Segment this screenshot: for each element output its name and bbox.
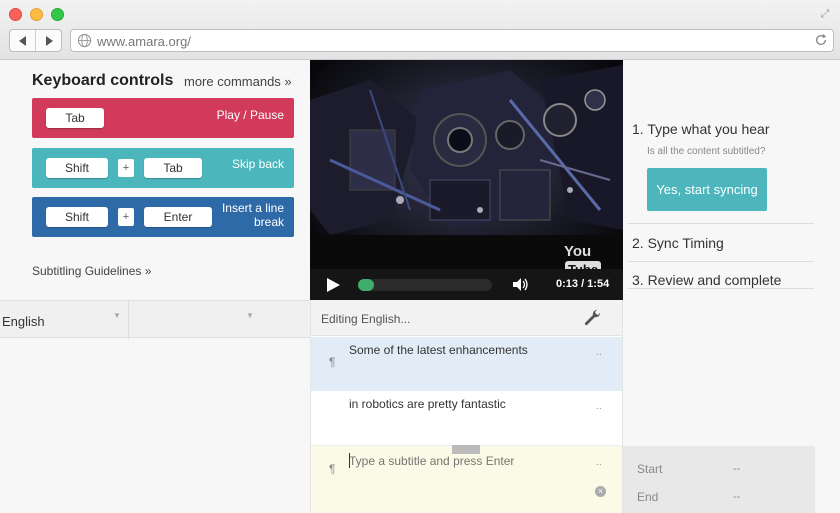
shortcut-action-label: Skip back (231, 157, 284, 171)
subtitling-guidelines-link[interactable]: Subtitling Guidelines » (32, 264, 151, 278)
address-bar[interactable]: www.amara.org/ (70, 29, 834, 52)
end-label: End (637, 490, 659, 504)
video-controls: 0:13 / 1:54 (310, 269, 623, 300)
video-progress-bar[interactable] (358, 279, 492, 291)
subtitle-duration: .. (595, 346, 602, 358)
divider (628, 288, 814, 289)
forward-button[interactable] (35, 30, 61, 51)
plus-sign: + (118, 208, 134, 226)
url-text: www.amara.org/ (97, 34, 191, 49)
subtitle-duration: .. (595, 400, 602, 412)
subtitle-row[interactable]: ¶ Some of the latest enhancements .. (311, 337, 622, 391)
step-review-and-complete[interactable]: 3. Review and complete (632, 272, 781, 288)
subtitle-editor: Editing English... ¶ Some of the latest … (310, 300, 623, 513)
more-commands-link[interactable]: more commands » (184, 74, 292, 89)
subtitle-input[interactable] (349, 452, 579, 470)
end-value[interactable]: -- (733, 491, 740, 503)
play-icon[interactable] (327, 278, 340, 292)
minimize-window-button[interactable] (30, 8, 43, 21)
start-label: Start (637, 462, 663, 476)
browser-chrome: ⤢ www.amara.org/ (0, 0, 840, 60)
step1-question: Is all the content subtitled? (647, 146, 766, 157)
wrench-icon[interactable] (582, 308, 602, 328)
shortcut-action-label: Insert a line break (221, 201, 284, 229)
step-sync-timing[interactable]: 2. Sync Timing (632, 235, 724, 251)
language-selector-bar: English ▼ ▼ (0, 300, 310, 339)
subtitle-row[interactable]: in robotics are pretty fantastic .. (311, 391, 622, 445)
video-timecode: 0:13 / 1:54 (556, 278, 610, 290)
language-select[interactable]: English (2, 314, 45, 329)
subtitle-text[interactable]: Some of the latest enhancements (349, 343, 528, 357)
paragraph-icon[interactable]: ¶ (329, 355, 335, 369)
reload-icon[interactable] (814, 33, 828, 47)
shift-key: Shift (46, 158, 108, 178)
back-arrow-icon (18, 35, 26, 46)
start-syncing-button[interactable]: Yes, start syncing (647, 168, 767, 211)
step-type-what-you-hear: 1. Type what you hear (632, 121, 770, 137)
fullscreen-icon[interactable]: ⤢ (818, 7, 832, 21)
divider (628, 223, 814, 224)
tab-key: Tab (46, 108, 104, 128)
page-content: Keyboard controls more commands » Tab Pl… (0, 60, 840, 513)
divider (628, 261, 814, 262)
editor-header: Editing English... (311, 300, 622, 336)
globe-icon (77, 33, 92, 48)
chevron-down-icon[interactable]: ▼ (113, 311, 121, 320)
paragraph-icon[interactable]: ¶ (329, 462, 335, 476)
shortcut-insert-line-break: Shift + Enter Insert a line break (32, 197, 294, 237)
history-nav (9, 29, 62, 52)
forward-arrow-icon (45, 35, 53, 46)
subtitle-text[interactable]: in robotics are pretty fantastic (349, 397, 506, 411)
tab-key: Tab (144, 158, 202, 178)
video-progress-fill (358, 279, 374, 291)
close-window-button[interactable] (9, 8, 22, 21)
plus-sign: + (118, 159, 134, 177)
timing-panel: Start -- End -- (623, 446, 815, 513)
back-button[interactable] (10, 30, 35, 51)
shift-key: Shift (46, 207, 108, 227)
keyboard-controls-title: Keyboard controls (32, 72, 174, 89)
subtitle-duration: .. (595, 456, 602, 468)
editor-title: Editing English... (321, 312, 411, 326)
divider (128, 301, 129, 339)
enter-key: Enter (144, 207, 212, 227)
video-player[interactable]: YouTube (310, 60, 623, 300)
start-value[interactable]: -- (733, 463, 740, 475)
shortcut-skip-back: Shift + Tab Skip back (32, 148, 294, 188)
new-subtitle-row[interactable]: ¶ .. × (311, 445, 622, 513)
remove-subtitle-icon[interactable]: × (595, 486, 606, 497)
shortcut-play-pause: Tab Play / Pause (32, 98, 294, 138)
text-cursor (349, 453, 350, 468)
volume-icon[interactable] (513, 278, 529, 291)
chevron-down-icon[interactable]: ▼ (246, 311, 254, 320)
shortcut-action-label: Play / Pause (216, 108, 284, 122)
zoom-window-button[interactable] (51, 8, 64, 21)
